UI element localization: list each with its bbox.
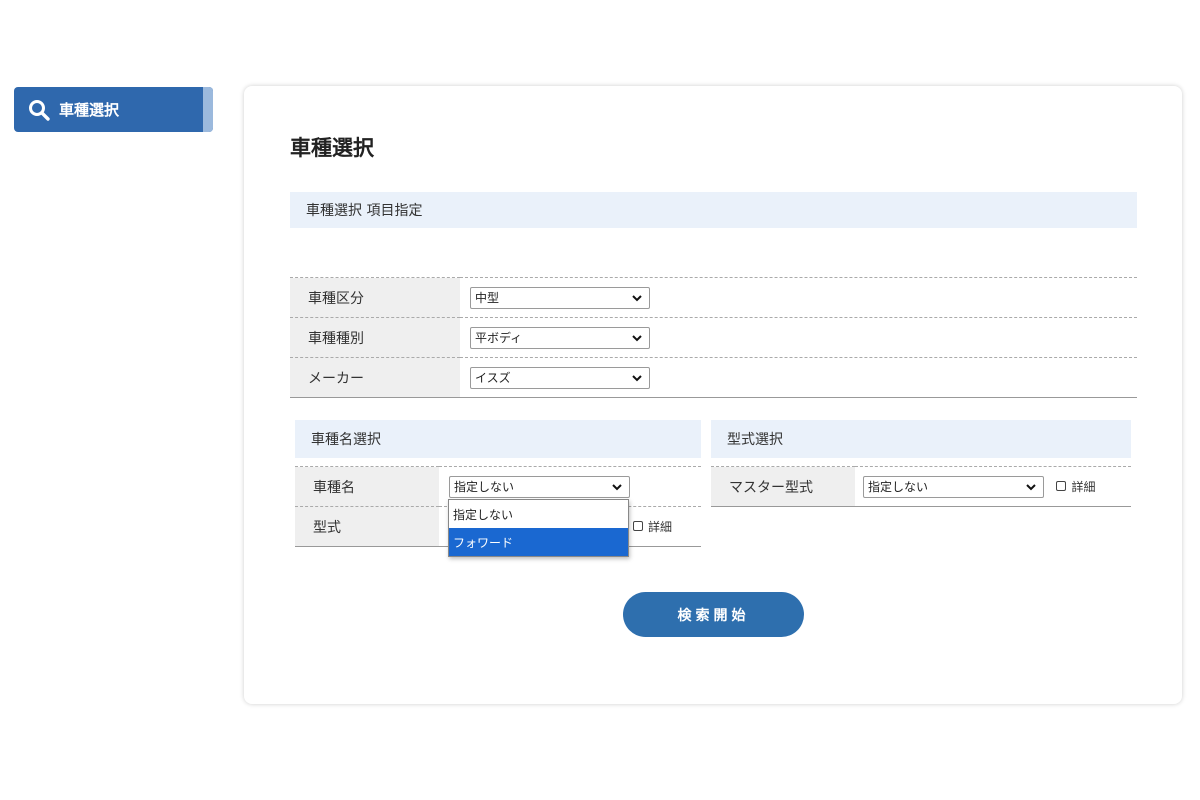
row-label-vehicle-type: 車種種別 bbox=[290, 317, 460, 358]
maker-select[interactable]: イスズ bbox=[470, 366, 650, 389]
chevron-down-icon bbox=[632, 374, 642, 381]
section-heading-vehicle-name: 車種名選択 bbox=[295, 420, 701, 458]
vehicle-type-select[interactable]: 平ボディ bbox=[470, 326, 650, 349]
dropdown-option[interactable]: 指定しない bbox=[449, 500, 628, 528]
row-value-master-model: 指定しない 詳細 bbox=[855, 466, 1131, 507]
table-row: 車種区分 中型 bbox=[290, 277, 1137, 318]
checkbox-label: 詳細 bbox=[1071, 479, 1096, 494]
dropdown-option-highlighted[interactable]: フォワード bbox=[449, 528, 628, 556]
checkbox-box bbox=[1056, 481, 1067, 491]
table-row: 車種種別 平ボディ bbox=[290, 317, 1137, 358]
row-label-master-model: マスター型式 bbox=[711, 466, 855, 507]
chevron-down-icon bbox=[612, 483, 622, 490]
vehicle-name-select[interactable]: 指定しない bbox=[449, 475, 630, 498]
row-label-maker: メーカー bbox=[290, 357, 460, 398]
sidebar-item-label: 車種選択 bbox=[59, 101, 120, 119]
row-label-vehicle-class: 車種区分 bbox=[290, 277, 460, 318]
vehicle-class-select-value: 中型 bbox=[475, 291, 500, 305]
row-label-vehicle-name: 車種名 bbox=[295, 466, 439, 507]
checkbox-box bbox=[633, 521, 643, 532]
page-title: 車種選択 bbox=[290, 136, 374, 160]
search-start-button[interactable]: 検索開始 bbox=[623, 592, 804, 637]
row-value-vehicle-class: 中型 bbox=[460, 277, 1137, 318]
chevron-down-icon bbox=[632, 294, 642, 301]
vehicle-name-select-value: 指定しない bbox=[454, 480, 515, 494]
row-value-vehicle-type: 平ボディ bbox=[460, 317, 1137, 358]
maker-select-value: イスズ bbox=[475, 371, 511, 385]
master-model-select[interactable]: 指定しない bbox=[863, 475, 1044, 498]
section-heading-model: 型式選択 bbox=[711, 420, 1131, 458]
search-icon bbox=[27, 98, 51, 122]
vehicle-class-select[interactable]: 中型 bbox=[470, 286, 650, 309]
row-value-maker: イスズ bbox=[460, 357, 1137, 398]
sidebar-item-vehicle-select[interactable]: 車種選択 bbox=[14, 87, 213, 132]
section-heading-item-spec: 車種選択 項目指定 bbox=[290, 192, 1137, 228]
chevron-down-icon bbox=[1026, 483, 1036, 490]
master-model-select-value: 指定しない bbox=[868, 480, 929, 494]
vehicle-type-select-value: 平ボディ bbox=[475, 331, 523, 345]
table-row: メーカー イスズ bbox=[290, 357, 1137, 398]
row-label-model: 型式 bbox=[295, 506, 439, 547]
table-row: マスター型式 指定しない 詳細 bbox=[711, 466, 1131, 507]
sidebar-active-indicator bbox=[203, 87, 213, 132]
model-table: マスター型式 指定しない 詳細 bbox=[711, 466, 1131, 507]
model-detail-checkbox[interactable]: 詳細 bbox=[633, 518, 672, 535]
vehicle-name-dropdown-list: 指定しない フォワード bbox=[448, 499, 629, 557]
master-model-detail-checkbox[interactable]: 詳細 bbox=[1056, 478, 1095, 495]
checkbox-label: 詳細 bbox=[648, 519, 673, 534]
item-spec-table: 車種区分 中型 車種種別 平ボディ メーカー イスズ bbox=[290, 277, 1137, 398]
chevron-down-icon bbox=[632, 334, 642, 341]
